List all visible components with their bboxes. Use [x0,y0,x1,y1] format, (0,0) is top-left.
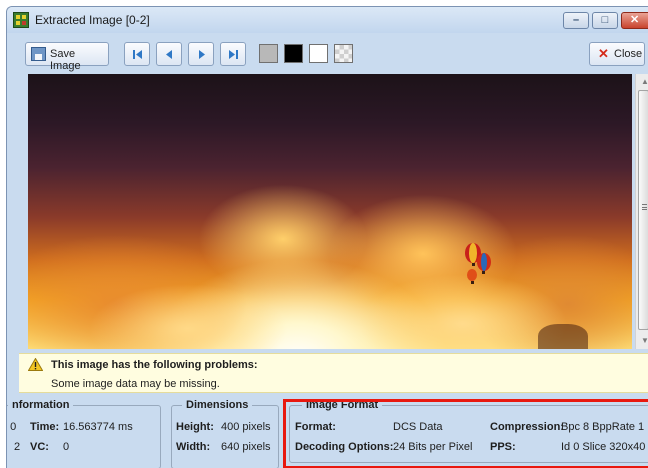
information-panel: nformation : 0 Time: 16.563774 ms 2 VC: … [7,399,161,468]
toolbar: Save Image ✕ Close [19,39,648,72]
close-x-icon: ✕ [598,46,609,61]
save-image-icon [31,47,46,61]
dimensions-panel: Dimensions Height: 400 pixels Width: 640… [171,399,279,468]
title-bar[interactable]: Extracted Image [0-2] – □ ✕ [7,7,648,33]
details-area: nformation : 0 Time: 16.563774 ms 2 VC: … [7,397,648,468]
vc-label: VC: [30,441,49,453]
warning-detail: Some image data may be missing. [51,378,220,390]
info-prefix-1: : 0 [7,421,17,433]
app-icon [13,12,29,28]
maximize-icon: □ [601,14,609,26]
info-prefix-2: 2 [14,441,21,453]
gray-background-swatch[interactable] [259,44,278,63]
next-frame-button[interactable] [188,42,214,66]
scroll-down-icon[interactable]: ▼ [641,336,648,345]
extracted-image-window: Extracted Image [0-2] – □ ✕ Save Image ✕… [6,6,648,468]
scroll-up-icon[interactable]: ▲ [641,77,648,86]
save-image-label: Save Image [50,48,81,72]
height-value: 400 pixels [221,421,271,433]
close-label: Close [614,48,643,60]
maximize-button[interactable]: □ [592,12,618,29]
window-close-icon: ✕ [630,14,640,26]
width-label: Width: [176,441,211,453]
last-frame-button[interactable] [220,42,246,66]
scroll-thumb[interactable] [638,90,648,330]
time-label: Time: [30,421,60,433]
close-button[interactable]: ✕ Close [589,42,645,66]
warning-bar: This image has the following problems: S… [19,353,648,393]
black-background-swatch[interactable] [284,44,303,63]
tree-silhouette [538,324,588,349]
minimize-button[interactable]: – [563,12,589,29]
height-label: Height: [176,421,214,433]
next-frame-icon [199,50,205,59]
previous-frame-icon [166,50,172,59]
dimensions-legend: Dimensions [182,399,253,411]
save-image-button[interactable]: Save Image [25,42,109,72]
hot-air-balloons [465,243,491,284]
information-legend: nformation [8,399,74,411]
first-frame-button[interactable] [124,42,150,66]
window-title: Extracted Image [0-2] [35,13,150,27]
last-frame-icon [229,50,238,59]
minimize-icon: – [572,14,580,26]
extracted-image-view[interactable] [28,74,632,349]
width-value: 640 pixels [221,441,271,453]
scroll-grip-icon [642,204,647,210]
warning-triangle-icon [28,358,43,371]
window-close-button[interactable]: ✕ [621,12,648,29]
first-frame-icon [133,50,142,59]
highlight-box [283,399,648,468]
time-value: 16.563774 ms [63,421,133,433]
previous-frame-button[interactable] [156,42,182,66]
checkerboard-background-swatch[interactable] [334,44,353,63]
warning-title: This image has the following problems: [51,359,258,371]
vc-value: 0 [63,441,70,453]
white-background-swatch[interactable] [309,44,328,63]
vertical-scrollbar[interactable]: ▲ ▼ [635,74,648,349]
